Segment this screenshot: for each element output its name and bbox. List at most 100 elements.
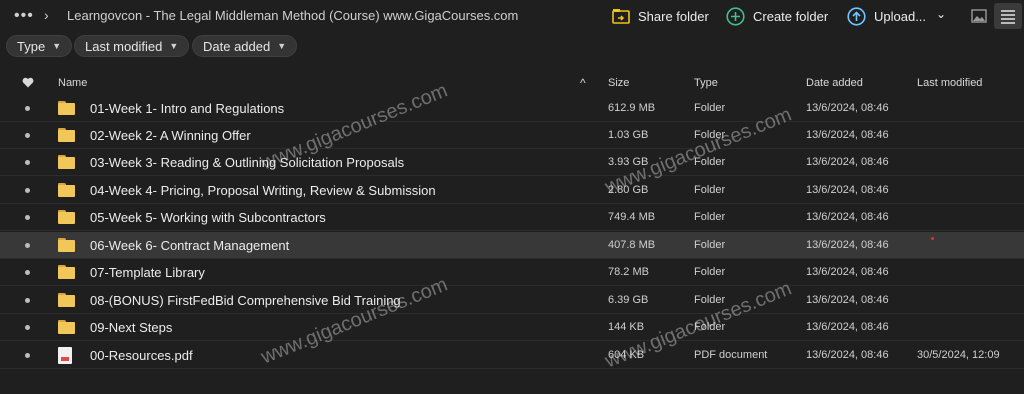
upload-icon [847, 6, 866, 26]
breadcrumb-title[interactable]: Learngovcon - The Legal Middleman Method… [67, 8, 518, 23]
folder-icon [58, 293, 75, 307]
row-type: PDF document [694, 349, 768, 361]
row-size: 144 KB [608, 321, 645, 333]
row-type: Folder [694, 184, 726, 196]
table-row[interactable]: 01-Week 1- Intro and Regulations 612.9 M… [0, 95, 1024, 122]
filter-type-label: Type [17, 38, 46, 54]
row-size: 604 KB [608, 349, 645, 361]
table-row[interactable]: 02-Week 2- A Winning Offer 1.03 GB Folde… [0, 122, 1024, 149]
row-bullet [25, 160, 30, 165]
chevron-down-icon: ▼ [52, 41, 62, 51]
list-view-button[interactable] [994, 3, 1022, 29]
row-type: Folder [694, 294, 726, 306]
filter-last-modified-chip[interactable]: Last modified ▼ [74, 35, 190, 57]
table-row[interactable]: 04-Week 4- Pricing, Proposal Writing, Re… [0, 177, 1024, 204]
folder-icon [58, 210, 75, 224]
row-name: 09-Next Steps [90, 320, 173, 335]
folder-icon [58, 238, 75, 252]
filter-date-added-chip[interactable]: Date added ▼ [192, 35, 298, 57]
top-bar: ••• › Learngovcon - The Legal Middleman … [0, 0, 1024, 32]
upload-button[interactable]: Upload... ⌄ [847, 6, 946, 26]
breadcrumb-chevron-icon: › [44, 7, 49, 23]
row-type: Folder [694, 321, 726, 333]
row-date-added: 13/6/2024, 08:46 [806, 102, 889, 114]
folder-icon [58, 101, 75, 115]
row-type: Folder [694, 266, 726, 278]
folder-icon [58, 183, 75, 197]
row-size: 2.80 GB [608, 184, 649, 196]
row-name: 07-Template Library [90, 265, 205, 280]
row-bullet [25, 298, 30, 303]
row-size: 78.2 MB [608, 266, 649, 278]
upload-dropdown-icon[interactable]: ⌄ [936, 7, 946, 21]
table-row[interactable]: 00-Resources.pdf 604 KB PDF document 13/… [0, 342, 1024, 369]
row-type: Folder [694, 102, 726, 114]
table-row[interactable]: 08-(BONUS) FirstFedBid Comprehensive Bid… [0, 287, 1024, 314]
row-bullet [25, 133, 30, 138]
row-bullet [25, 215, 30, 220]
table-row-selected[interactable]: 06-Week 6- Contract Management 407.8 MB … [0, 232, 1024, 259]
cursor-marker [931, 237, 934, 240]
folder-icon [58, 128, 75, 142]
row-name: 06-Week 6- Contract Management [90, 238, 290, 253]
folder-icon [58, 320, 75, 334]
table-row[interactable]: 09-Next Steps 144 KB Folder 13/6/2024, 0… [0, 314, 1024, 341]
row-size: 6.39 GB [608, 294, 649, 306]
row-name: 00-Resources.pdf [90, 348, 193, 363]
chevron-down-icon: ▼ [277, 41, 287, 51]
row-type: Folder [694, 211, 726, 223]
row-size: 407.8 MB [608, 239, 656, 251]
create-folder-button[interactable]: Create folder [726, 6, 828, 26]
list-view-icon [1001, 10, 1015, 24]
filter-type-chip[interactable]: Type ▼ [6, 35, 73, 57]
column-header-last-modified[interactable]: Last modified [917, 77, 982, 89]
thumbnail-view-icon[interactable] [970, 7, 988, 25]
column-header-date-added[interactable]: Date added [806, 77, 863, 89]
row-bullet [25, 106, 30, 111]
row-bullet [25, 188, 30, 193]
table-row[interactable]: 07-Template Library 78.2 MB Folder 13/6/… [0, 259, 1024, 286]
row-bullet [25, 325, 30, 330]
table-row[interactable]: 05-Week 5- Working with Subcontractors 7… [0, 204, 1024, 231]
row-name: 01-Week 1- Intro and Regulations [90, 101, 285, 116]
filter-date-added-label: Date added [203, 38, 271, 54]
share-folder-label: Share folder [638, 8, 709, 24]
folder-icon [58, 155, 75, 169]
row-name: 08-(BONUS) FirstFedBid Comprehensive Bid… [90, 293, 401, 308]
row-type: Folder [694, 239, 726, 251]
row-date-added: 13/6/2024, 08:46 [806, 156, 889, 168]
share-folder-icon [612, 9, 630, 24]
row-name: 03-Week 3- Reading & Outlining Solicitat… [90, 155, 405, 170]
row-date-added: 13/6/2024, 08:46 [806, 266, 889, 278]
row-date-added: 13/6/2024, 08:46 [806, 321, 889, 333]
chevron-down-icon: ▼ [169, 41, 179, 51]
row-date-added: 13/6/2024, 08:46 [806, 211, 889, 223]
more-options-icon[interactable]: ••• [14, 7, 34, 25]
heart-icon[interactable] [22, 77, 34, 88]
filter-last-modified-label: Last modified [85, 38, 163, 54]
row-date-added: 13/6/2024, 08:46 [806, 184, 889, 196]
row-bullet [25, 270, 30, 275]
table-row[interactable]: 03-Week 3- Reading & Outlining Solicitat… [0, 149, 1024, 176]
row-date-added: 13/6/2024, 08:46 [806, 349, 889, 361]
row-date-added: 13/6/2024, 08:46 [806, 239, 889, 251]
row-bullet [25, 353, 30, 358]
folder-icon [58, 265, 75, 279]
pdf-file-icon [58, 347, 72, 364]
row-type: Folder [694, 129, 726, 141]
row-name: 05-Week 5- Working with Subcontractors [90, 210, 326, 225]
row-last-modified: 30/5/2024, 12:09 [917, 349, 1000, 361]
column-header-size[interactable]: Size [608, 77, 629, 89]
row-bullet [25, 243, 30, 248]
row-name: 02-Week 2- A Winning Offer [90, 128, 251, 143]
row-date-added: 13/6/2024, 08:46 [806, 129, 889, 141]
column-header-type[interactable]: Type [694, 77, 718, 89]
plus-circle-icon [726, 6, 745, 26]
row-type: Folder [694, 156, 726, 168]
row-date-added: 13/6/2024, 08:46 [806, 294, 889, 306]
row-size: 3.93 GB [608, 156, 649, 168]
share-folder-button[interactable]: Share folder [612, 6, 709, 26]
column-header-name[interactable]: Name [58, 77, 87, 89]
create-folder-label: Create folder [753, 8, 829, 24]
sort-ascending-icon[interactable]: ^ [580, 76, 586, 90]
